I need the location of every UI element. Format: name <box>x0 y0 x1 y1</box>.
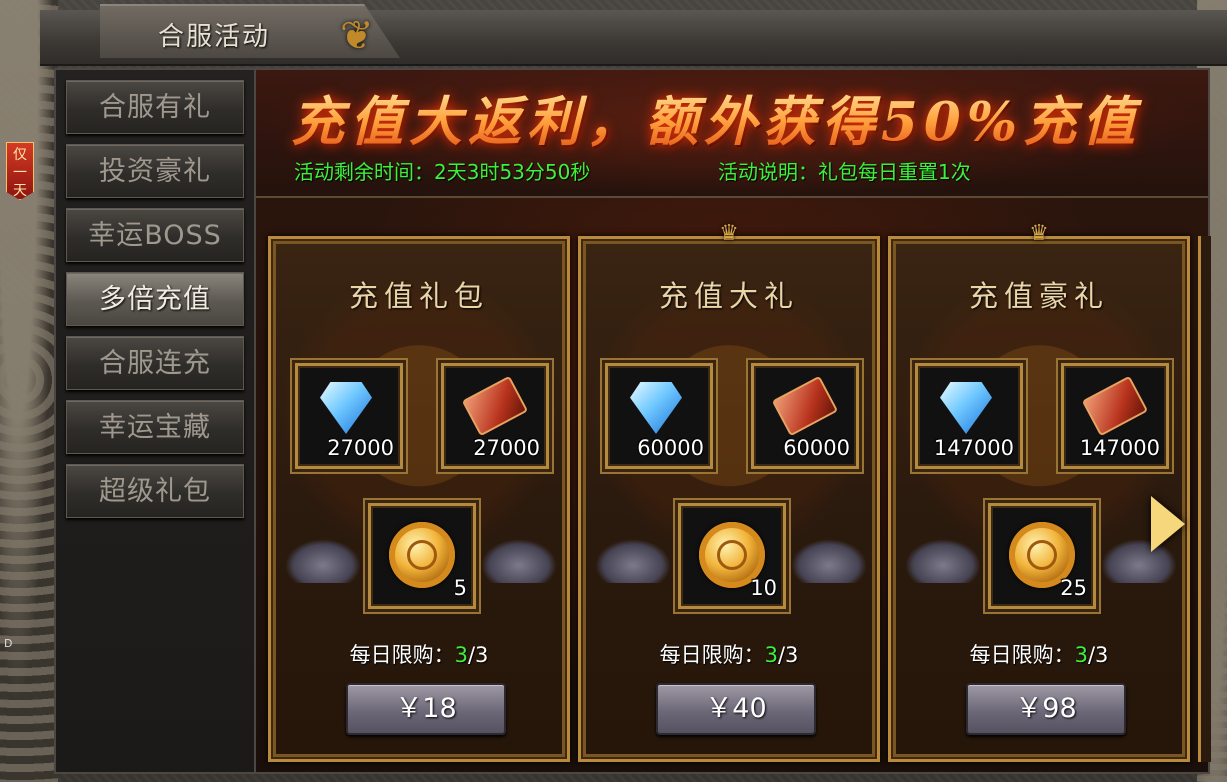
activity-sidebar: 合服有礼 投资豪礼 幸运BOSS 多倍充值 合服连充 幸运宝藏 超级礼包 <box>54 68 256 774</box>
reward-qty: 27000 <box>473 436 540 460</box>
sidebar-item-super-pack[interactable]: 超级礼包 <box>66 464 244 518</box>
crown-ornament-icon: ♛ <box>1029 221 1049 246</box>
sidebar-item-lucky-boss[interactable]: 幸运BOSS <box>66 208 244 262</box>
sidebar-item-lucky-treasure[interactable]: 幸运宝藏 <box>66 400 244 454</box>
reward-slot[interactable]: 5 <box>368 503 476 609</box>
scroll-icon <box>771 375 839 437</box>
reward-qty: 60000 <box>783 436 850 460</box>
dragon-right-icon <box>791 539 867 583</box>
reward-qty: 5 <box>453 576 467 600</box>
sidebar-item-investment[interactable]: 投资豪礼 <box>66 144 244 198</box>
reward-slot[interactable]: 60000 <box>605 363 713 469</box>
reward-slot[interactable]: 27000 <box>295 363 403 469</box>
buy-button[interactable]: ￥18 <box>346 683 506 735</box>
scroll-icon <box>1081 375 1149 437</box>
reward-slot[interactable]: 27000 <box>441 363 549 469</box>
diamond-icon <box>320 382 372 434</box>
reward-slot[interactable]: 147000 <box>915 363 1023 469</box>
diamond-icon <box>630 382 682 434</box>
gift-card: ♛ 充值豪礼 147000 147000 25 每日限购：3/3 ￥98 <box>888 221 1190 762</box>
sidebar-item-merge-gift[interactable]: 合服有礼 <box>66 80 244 134</box>
scroll-icon <box>461 375 529 437</box>
sidebar-item-merge-recharge[interactable]: 合服连充 <box>66 336 244 390</box>
reward-qty: 147000 <box>1079 436 1160 460</box>
next-card-peek <box>1198 236 1211 762</box>
dragon-left-icon <box>905 539 981 583</box>
one-day-badge: 仅一天 <box>6 142 34 200</box>
dragon-right-icon <box>481 539 557 583</box>
coin-icon <box>389 522 455 588</box>
buy-button[interactable]: ￥40 <box>656 683 816 735</box>
gift-pack-area: 充值礼包 27000 27000 5 每日限购：3/3 ￥18 ♛ 充值大礼 6… <box>256 198 1211 772</box>
game-window: D 合服活动 ❦ 合服有礼 投资豪礼 幸运BOSS 多倍充值 合服连充 幸运宝藏… <box>0 0 1227 782</box>
promo-banner: 充值大返利，额外获得50%充值 活动剩余时间：2天3时53分50秒 活动说明：礼… <box>256 70 1208 198</box>
activity-description: 活动说明：礼包每日重置1次 <box>718 160 971 184</box>
reward-slot[interactable]: 147000 <box>1061 363 1169 469</box>
crown-ornament-icon: ♛ <box>719 221 739 246</box>
gift-card: ♛ 充值大礼 60000 60000 10 每日限购：3/3 ￥40 <box>578 221 880 762</box>
reward-qty: 25 <box>1060 576 1087 600</box>
dragon-frame-left <box>0 0 58 782</box>
edge-marker: D <box>4 637 13 650</box>
time-remaining: 活动剩余时间：2天3时53分50秒 <box>294 160 591 184</box>
main-panel: 充值大返利，额外获得50%充值 活动剩余时间：2天3时53分50秒 活动说明：礼… <box>254 68 1211 774</box>
daily-limit: 每日限购：3/3 <box>349 643 489 667</box>
gift-card: 充值礼包 27000 27000 5 每日限购：3/3 ￥18 <box>268 236 570 762</box>
reward-slot[interactable]: 10 <box>678 503 786 609</box>
window-title: 合服活动 <box>158 22 271 52</box>
buy-button[interactable]: ￥98 <box>966 683 1126 735</box>
diamond-icon <box>940 382 992 434</box>
daily-limit: 每日限购：3/3 <box>659 643 799 667</box>
card-title: 充值礼包 <box>348 279 489 313</box>
card-title: 充值豪礼 <box>968 279 1109 313</box>
reward-qty: 147000 <box>933 436 1014 460</box>
sidebar-item-multi-recharge[interactable]: 多倍充值 <box>66 272 244 326</box>
dragon-left-icon <box>285 539 361 583</box>
reward-slot[interactable]: 60000 <box>751 363 859 469</box>
next-page-arrow-icon[interactable] <box>1151 496 1185 552</box>
banner-headline: 充值大返利，额外获得50%充值 <box>291 80 1191 156</box>
reward-qty: 10 <box>750 576 777 600</box>
daily-limit: 每日限购：3/3 <box>969 643 1109 667</box>
dragon-ornament-icon: ❦ <box>340 13 374 59</box>
reward-slot[interactable]: 25 <box>988 503 1096 609</box>
dragon-left-icon <box>595 539 671 583</box>
reward-qty: 27000 <box>327 436 394 460</box>
card-title: 充值大礼 <box>658 279 799 313</box>
reward-qty: 60000 <box>637 436 704 460</box>
